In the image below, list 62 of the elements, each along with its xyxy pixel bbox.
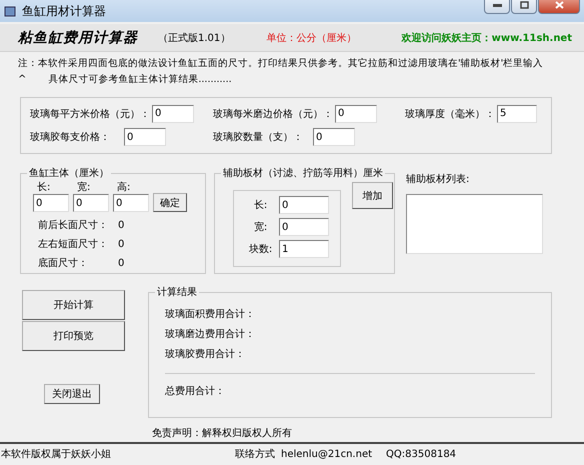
price-field[interactable]: 0 — [335, 104, 377, 123]
copyright-text: 本软件版权属于妖妖小姐 — [1, 448, 112, 462]
field-label: 玻璃每米磨边价格（元）： — [213, 108, 333, 121]
size-field[interactable]: 0 — [73, 194, 109, 212]
total-label: 总费用合计： — [165, 384, 226, 398]
result-label: 玻璃面积费用合计： — [165, 308, 256, 322]
note-text: 注：本软件采用四面包底的做法设计鱼缸五面的尺寸。打印结果只供参考。其它拉筋和过滤用玻璃在'辅助板材'栏里输入 — [18, 57, 544, 72]
size-label: 底面尺寸： — [38, 256, 89, 270]
size-field[interactable]: 0 — [113, 194, 149, 212]
group-title: 计算结果 — [155, 285, 199, 300]
field-label: 长: — [252, 198, 268, 212]
field-label: 高: — [117, 180, 132, 194]
action-button[interactable]: 打印预览 — [22, 321, 125, 352]
size-label: 左右短面尺寸： — [38, 238, 109, 252]
maximize-button[interactable] — [511, 0, 537, 14]
app-icon — [4, 5, 16, 17]
app-title: 粘鱼缸费用计算器 — [18, 28, 138, 47]
email-text: helenlu@21cn.net — [281, 448, 372, 460]
group-title: 辅助板材（讨滤、拧筋等用料）厘米 — [222, 166, 384, 180]
field-label: 长: — [37, 180, 52, 194]
aux-field[interactable]: 0 — [279, 196, 329, 214]
price-field[interactable]: 0 — [313, 128, 355, 146]
qq-text: QQ:83508184 — [386, 448, 456, 460]
field-label: 块数: — [248, 242, 274, 256]
contact-label: 联络方式 — [235, 448, 275, 462]
aux-field[interactable]: 0 — [279, 218, 329, 236]
version-label: （正式版1.01） — [158, 32, 230, 45]
size-value: 0 — [118, 238, 124, 250]
close-button[interactable] — [538, 0, 580, 14]
size-value: 0 — [118, 220, 124, 231]
field-label: 玻璃胶每支价格： — [30, 130, 110, 144]
size-label: 前后长面尺寸： — [38, 218, 109, 232]
list-label: 辅助板材列表: — [406, 172, 470, 186]
aux-list[interactable] — [406, 194, 543, 254]
group-title: 鱼缸主体（厘米） — [28, 166, 110, 180]
close-icon — [554, 1, 564, 9]
size-field[interactable]: 0 — [33, 194, 69, 212]
homepage-link[interactable]: 欢迎访问妖妖主页：www.11sh.net — [402, 30, 572, 45]
field-label: 玻璃胶数量（支）： — [213, 130, 303, 144]
disclaimer-text: 免责声明：解释权归版权人所有 — [152, 426, 293, 442]
action-button[interactable]: 开始计算 — [22, 290, 125, 320]
field-label: 玻璃厚度（毫米）： — [405, 108, 495, 121]
add-button[interactable]: 增加 — [352, 182, 393, 210]
price-field[interactable]: 0 — [152, 104, 194, 123]
field-label: 宽: — [77, 180, 92, 194]
result-label: 玻璃磨边费用合计： — [165, 328, 256, 342]
window-title: 鱼缸用材计算器 — [22, 2, 107, 20]
aux-field[interactable]: 1 — [279, 240, 329, 258]
minimize-icon — [492, 4, 502, 6]
price-field[interactable]: 5 — [497, 104, 537, 123]
unit-label: 单位：公分（厘米） — [266, 32, 356, 45]
minimize-button[interactable] — [484, 0, 510, 14]
size-value: 0 — [118, 258, 124, 269]
caret-mark: ^ — [18, 73, 26, 88]
field-label: 玻璃每平方米价格（元）： — [30, 108, 150, 121]
confirm-button[interactable]: 确定 — [153, 193, 187, 212]
note-text: 具体尺寸可参考鱼缸主体计算结果........... — [48, 73, 232, 88]
maximize-icon — [520, 1, 528, 9]
field-label: 宽: — [252, 220, 268, 234]
exit-button[interactable]: 关闭退出 — [44, 384, 100, 404]
result-label: 玻璃胶费用合计： — [165, 348, 246, 362]
price-field[interactable]: 0 — [124, 128, 166, 146]
